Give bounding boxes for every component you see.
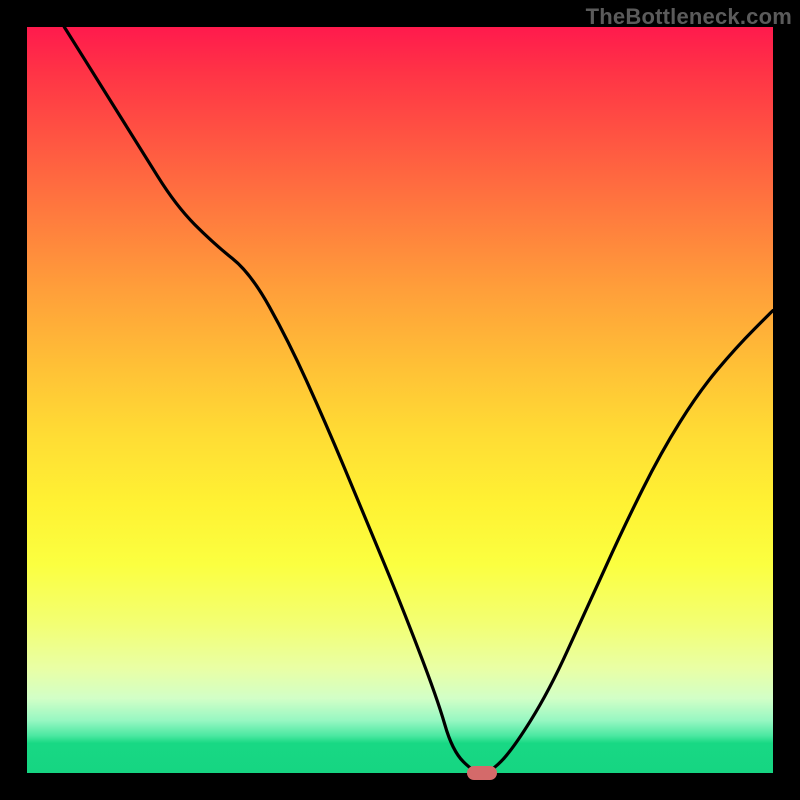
bottleneck-curve (27, 27, 773, 773)
chart-frame: TheBottleneck.com (0, 0, 800, 800)
watermark-text: TheBottleneck.com (586, 4, 792, 30)
plot-area (27, 27, 773, 773)
optimal-point-marker (467, 766, 497, 779)
